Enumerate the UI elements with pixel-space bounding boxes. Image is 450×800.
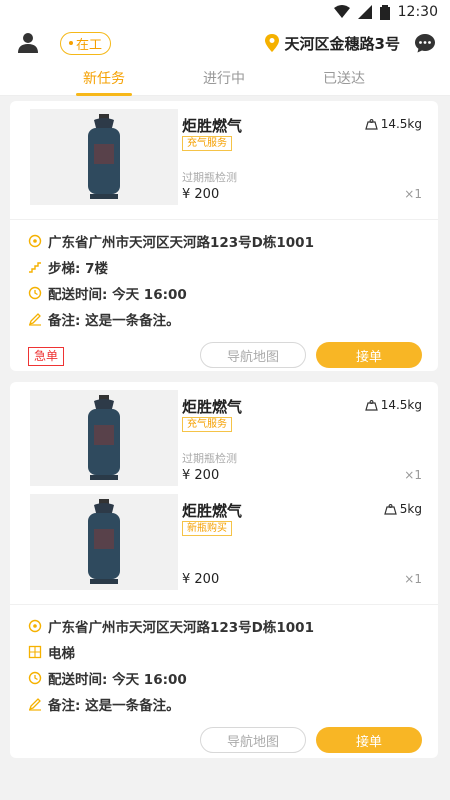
urgent-badge: 急单 — [28, 347, 65, 366]
service-tag: 充气服务 — [182, 417, 232, 432]
gas-cylinder-image — [30, 390, 178, 486]
order-actions: 急单 导航地图 接单 — [10, 338, 438, 378]
item-price: ¥ 200 — [182, 468, 220, 483]
pencil-icon — [28, 313, 41, 326]
weight-value: 5kg — [399, 502, 422, 516]
clock-icon — [28, 671, 42, 685]
item-quantity: ×1 — [404, 572, 422, 586]
location-pin-icon — [264, 34, 279, 52]
location-icon — [28, 234, 42, 248]
navigate-map-button[interactable]: 导航地图 — [200, 727, 306, 753]
item-name: 炬胜燃气 — [182, 502, 243, 520]
elevator-row: 电梯 — [10, 639, 438, 665]
user-icon[interactable] — [16, 31, 40, 55]
item-weight: 5kg — [384, 502, 422, 516]
remark-row: 备注: 这是一条备注。 — [10, 691, 438, 717]
item-name: 炬胜燃气 — [182, 398, 243, 416]
order-item: 炬胜燃气 充气服务 14.5kg 过期瓶检测 ¥ 200 ×1 — [10, 382, 438, 486]
accept-order-button[interactable]: 接单 — [316, 342, 422, 368]
status-bar: 12:30 — [0, 0, 450, 24]
order-actions: 导航地图 接单 — [10, 723, 438, 763]
navigate-map-button[interactable]: 导航地图 — [200, 342, 306, 368]
top-header: 在工 天河区金穗路3号 — [0, 24, 450, 62]
current-location[interactable]: 天河区金穗路3号 — [264, 33, 400, 54]
order-item: 炬胜燃气 新瓶购买 5kg ¥ 200 ×1 — [10, 486, 438, 590]
work-status-badge[interactable]: 在工 — [60, 31, 112, 55]
tab-in-progress[interactable]: 进行中 — [164, 62, 284, 95]
service-tag: 新瓶购买 — [182, 521, 232, 536]
work-status-label: 在工 — [76, 37, 103, 53]
gas-cylinder-icon — [88, 395, 120, 480]
accept-order-button[interactable]: 接单 — [316, 727, 422, 753]
item-quantity: ×1 — [404, 187, 422, 201]
item-note: 过期瓶检测 — [182, 452, 237, 465]
order-item: 炬胜燃气 充气服务 14.5kg 过期瓶检测 ¥ 200 ×1 — [10, 101, 438, 205]
status-dot — [69, 41, 73, 45]
remark-row: 备注: 这是一条备注。 — [10, 306, 438, 332]
address-row: 广东省广州市天河区天河路123号D栋1001 — [10, 613, 438, 639]
item-price: ¥ 200 — [182, 187, 220, 202]
gas-cylinder-icon — [88, 114, 120, 199]
address-row: 广东省广州市天河区天河路123号D栋1001 — [10, 228, 438, 254]
elevator-text: 电梯 — [48, 646, 75, 662]
service-tag: 充气服务 — [182, 136, 232, 151]
item-quantity: ×1 — [404, 468, 422, 482]
weight-icon — [364, 399, 378, 411]
task-tabs: 新任务 进行中 已送达 — [0, 62, 450, 96]
item-name: 炬胜燃气 — [182, 117, 243, 135]
order-card: 炬胜燃气 充气服务 14.5kg 过期瓶检测 ¥ 200 ×1 炬胜燃气 新瓶购… — [10, 382, 438, 758]
address-text: 广东省广州市天河区天河路123号D栋1001 — [48, 620, 314, 636]
delivery-time-text: 配送时间: 今天 16:00 — [48, 672, 187, 688]
stairs-icon — [29, 262, 41, 273]
weight-value: 14.5kg — [380, 398, 422, 412]
gas-cylinder-icon — [88, 499, 120, 584]
remark-text: 备注: 这是一条备注。 — [48, 698, 180, 714]
tab-delivered[interactable]: 已送达 — [284, 62, 404, 95]
status-time: 12:30 — [397, 4, 438, 20]
remark-text: 备注: 这是一条备注。 — [48, 313, 180, 329]
elevator-icon — [28, 645, 42, 659]
delivery-time-row: 配送时间: 今天 16:00 — [10, 665, 438, 691]
stairs-text: 步梯: 7楼 — [48, 261, 108, 277]
address-text: 广东省广州市天河区天河路123号D栋1001 — [48, 235, 314, 251]
delivery-time-row: 配送时间: 今天 16:00 — [10, 280, 438, 306]
item-price: ¥ 200 — [182, 572, 220, 587]
pencil-icon — [28, 698, 41, 711]
item-weight: 14.5kg — [364, 117, 422, 131]
gas-cylinder-image — [30, 109, 178, 205]
delivery-time-text: 配送时间: 今天 16:00 — [48, 287, 187, 303]
weight-icon — [364, 118, 378, 130]
clock-icon — [28, 286, 42, 300]
item-note: 过期瓶检测 — [182, 171, 237, 184]
stairs-row: 步梯: 7楼 — [10, 254, 438, 280]
item-weight: 14.5kg — [364, 398, 422, 412]
location-text: 天河区金穗路3号 — [284, 34, 400, 53]
wifi-icon — [333, 5, 350, 18]
weight-value: 14.5kg — [380, 117, 422, 131]
cell-signal-icon — [357, 5, 372, 19]
weight-icon — [384, 503, 397, 515]
tab-new-tasks[interactable]: 新任务 — [44, 62, 164, 96]
order-card: 炬胜燃气 充气服务 14.5kg 过期瓶检测 ¥ 200 ×1 广东省广州市天河… — [10, 101, 438, 371]
gas-cylinder-image — [30, 494, 178, 590]
battery-icon — [379, 4, 390, 20]
location-icon — [28, 619, 42, 633]
message-icon[interactable] — [414, 32, 436, 54]
